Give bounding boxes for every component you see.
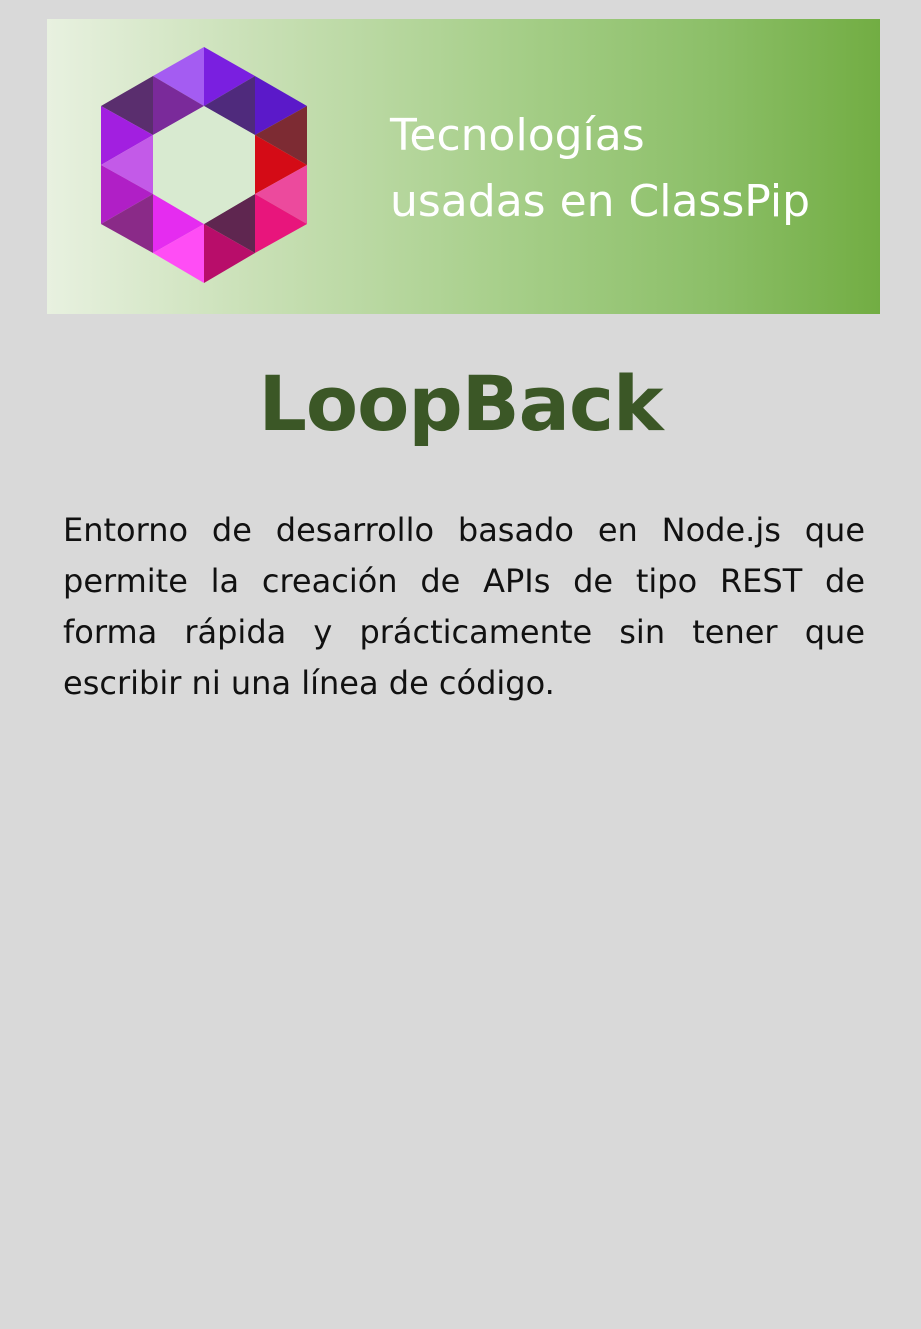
- page-title: LoopBack: [258, 359, 663, 448]
- description-paragraph: Entorno de desarrollo basado en Node.js …: [63, 511, 865, 702]
- hexagon-logo-icon: [101, 47, 307, 283]
- banner-title-line2: usadas en ClassPip: [390, 176, 810, 227]
- banner-title: Tecnologías usadas en ClassPip: [390, 103, 860, 235]
- banner-title-line1: Tecnologías: [390, 110, 645, 161]
- header-banner: Tecnologías usadas en ClassPip: [47, 19, 880, 314]
